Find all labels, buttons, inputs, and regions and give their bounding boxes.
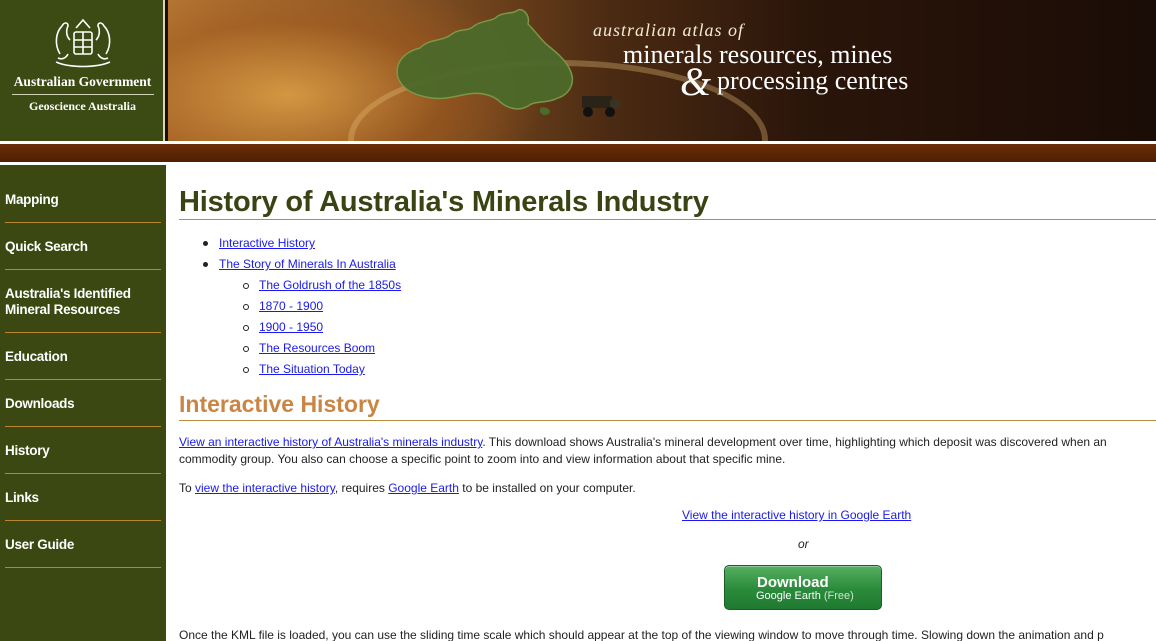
- paragraph-text: , requires: [334, 481, 389, 495]
- bullet-disc: [203, 262, 208, 267]
- nav-divider: [5, 520, 161, 521]
- site-header: Australian Government Geoscience Austral…: [0, 0, 1156, 141]
- branding-divider: [12, 94, 154, 95]
- toc-link-1900-1950[interactable]: 1900 - 1950: [259, 320, 323, 334]
- interactive-history-link[interactable]: View an interactive history of Australia…: [179, 435, 482, 449]
- bullet-circle: [243, 304, 249, 310]
- view-history-link[interactable]: view the interactive history: [195, 481, 335, 495]
- download-button-sublabel: Google Earth (Free): [756, 590, 854, 602]
- nav-divider: [5, 222, 161, 223]
- paragraph-requirements: To view the interactive history, require…: [179, 480, 636, 497]
- toc-link-situation-today[interactable]: The Situation Today: [259, 362, 365, 376]
- download-google-earth-button[interactable]: Download Google Earth (Free): [724, 565, 882, 610]
- header-stripe: [0, 144, 1156, 162]
- sidebar-item-identified-resources[interactable]: Australia's Identified Mineral Resources: [0, 286, 150, 318]
- toc-link-resources-boom[interactable]: The Resources Boom: [259, 341, 375, 355]
- bullet-disc: [203, 241, 208, 246]
- nav-divider: [5, 567, 161, 568]
- sidebar-item-mapping[interactable]: Mapping: [0, 192, 161, 208]
- bullet-circle: [243, 325, 249, 331]
- sidebar-item-quick-search[interactable]: Quick Search: [0, 239, 161, 255]
- paragraph-intro-cont: commodity group. You also can choose a s…: [179, 452, 786, 466]
- sidebar-item-downloads[interactable]: Downloads: [0, 396, 161, 412]
- nav-divider: [5, 332, 161, 333]
- bullet-circle: [243, 283, 249, 289]
- government-name: Australian Government: [13, 74, 152, 89]
- atlas-title-line-2: processing centres: [717, 66, 909, 95]
- nav-divider: [5, 426, 161, 427]
- toc-link-goldrush[interactable]: The Goldrush of the 1850s: [259, 278, 401, 292]
- sidebar-item-history[interactable]: History: [0, 443, 161, 459]
- toc-link-story-of-minerals[interactable]: The Story of Minerals In Australia: [219, 257, 396, 271]
- coat-of-arms-icon: [55, 18, 111, 68]
- download-product-name: Google Earth: [756, 590, 821, 602]
- sidebar-nav: Mapping Quick Search Australia's Identif…: [0, 165, 166, 641]
- page-title: History of Australia's Minerals Industry: [179, 186, 709, 218]
- toc-link-interactive-history[interactable]: Interactive History: [219, 236, 315, 250]
- atlas-subtitle: australian atlas of: [593, 20, 745, 40]
- toc-link-1870-1900[interactable]: 1870 - 1900: [259, 299, 323, 313]
- paragraph-text: to be installed on your computer.: [458, 481, 636, 495]
- atlas-ampersand: &: [680, 59, 712, 104]
- paragraph-text: . This download shows Australia's minera…: [482, 435, 1107, 449]
- paragraph-kml-instructions: Once the KML file is loaded, you can use…: [179, 628, 1104, 641]
- download-button-label: Download: [757, 574, 829, 591]
- bullet-circle: [243, 346, 249, 352]
- nav-divider: [5, 473, 161, 474]
- nav-divider: [5, 379, 161, 380]
- section-title: Interactive History: [179, 391, 380, 417]
- atlas-banner[interactable]: australian atlas of minerals resources, …: [168, 0, 1156, 141]
- agency-name: Geoscience Australia: [29, 99, 136, 113]
- sidebar-item-education[interactable]: Education: [0, 349, 161, 365]
- mining-truck-icon: [582, 96, 620, 117]
- paragraph-text: To: [179, 481, 196, 495]
- government-branding[interactable]: Australian Government Geoscience Austral…: [0, 0, 165, 141]
- sidebar-item-user-guide[interactable]: User Guide: [0, 537, 161, 553]
- google-earth-link[interactable]: Google Earth: [388, 481, 459, 495]
- main-content: History of Australia's Minerals Industry…: [179, 165, 1156, 641]
- sidebar-item-links[interactable]: Links: [0, 490, 161, 506]
- nav-divider: [5, 269, 161, 270]
- or-separator: or: [798, 537, 809, 551]
- australia-map-icon: [396, 8, 574, 115]
- section-divider: [179, 420, 1156, 421]
- view-in-google-earth-link[interactable]: View the interactive history in Google E…: [682, 508, 911, 522]
- title-divider: [179, 219, 1156, 220]
- bullet-circle: [243, 367, 249, 373]
- download-free-label: (Free): [823, 590, 854, 602]
- paragraph-intro: View an interactive history of Australia…: [179, 434, 1107, 451]
